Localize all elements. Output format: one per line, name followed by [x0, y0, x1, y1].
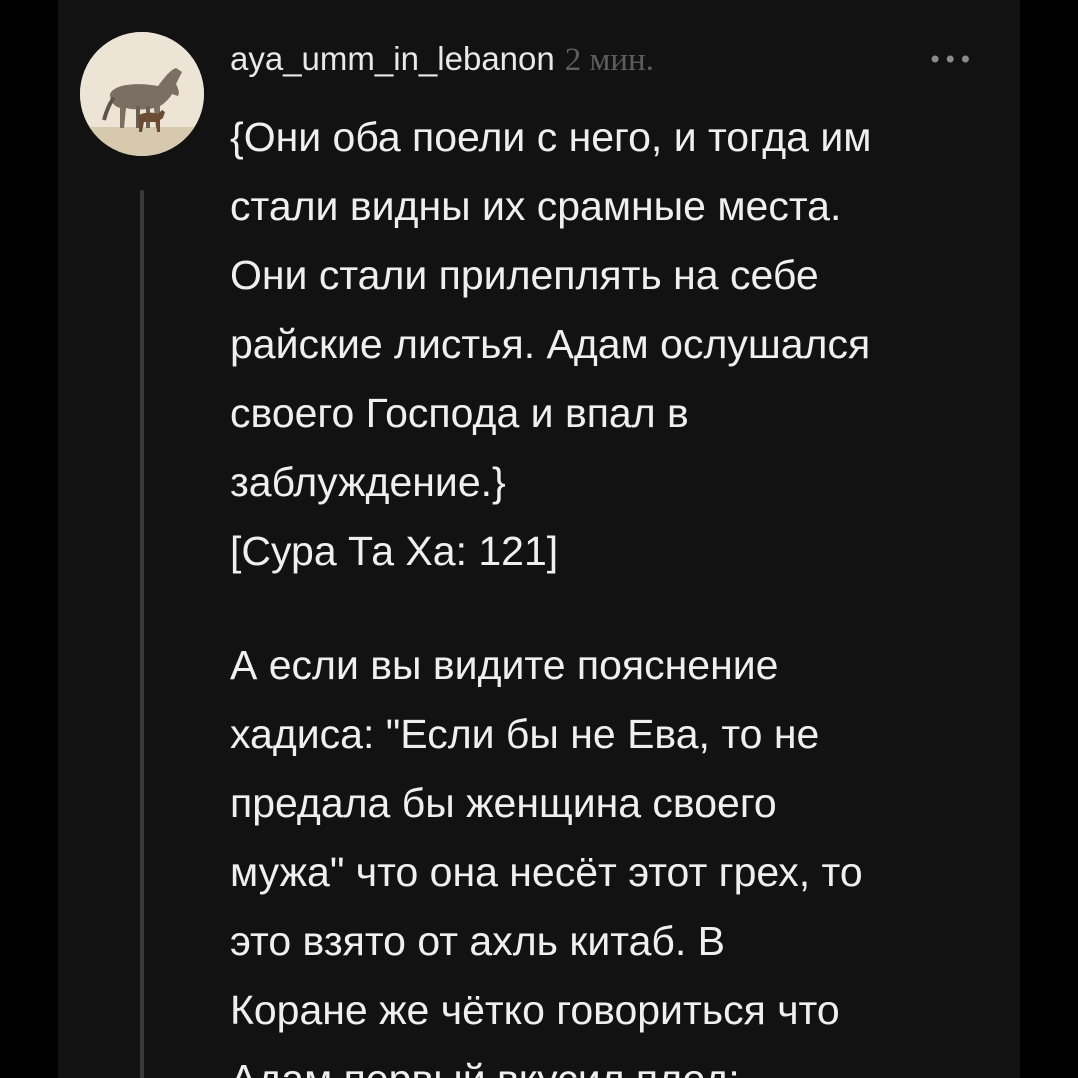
comment-paragraph: А если вы видите пояснение хадиса: "Если… — [230, 642, 863, 1078]
screen: aya_umm_in_lebanon 2 мин. ••• {Они оба п… — [0, 0, 1078, 1078]
thread-line — [140, 190, 144, 1078]
comment-author[interactable]: aya_umm_in_lebanon — [230, 40, 555, 78]
comment-paragraph: {Они оба поели с него, и тогда им стали … — [230, 114, 872, 574]
horse-avatar-image — [80, 32, 204, 156]
more-options-icon[interactable]: ••• — [928, 46, 973, 74]
avatar[interactable] — [80, 32, 204, 156]
comment-body: {Они оба поели с него, и тогда им стали … — [230, 103, 1000, 1078]
comment-header: aya_umm_in_lebanon 2 мин. — [230, 40, 654, 88]
comment-timestamp: 2 мин. — [564, 42, 654, 78]
